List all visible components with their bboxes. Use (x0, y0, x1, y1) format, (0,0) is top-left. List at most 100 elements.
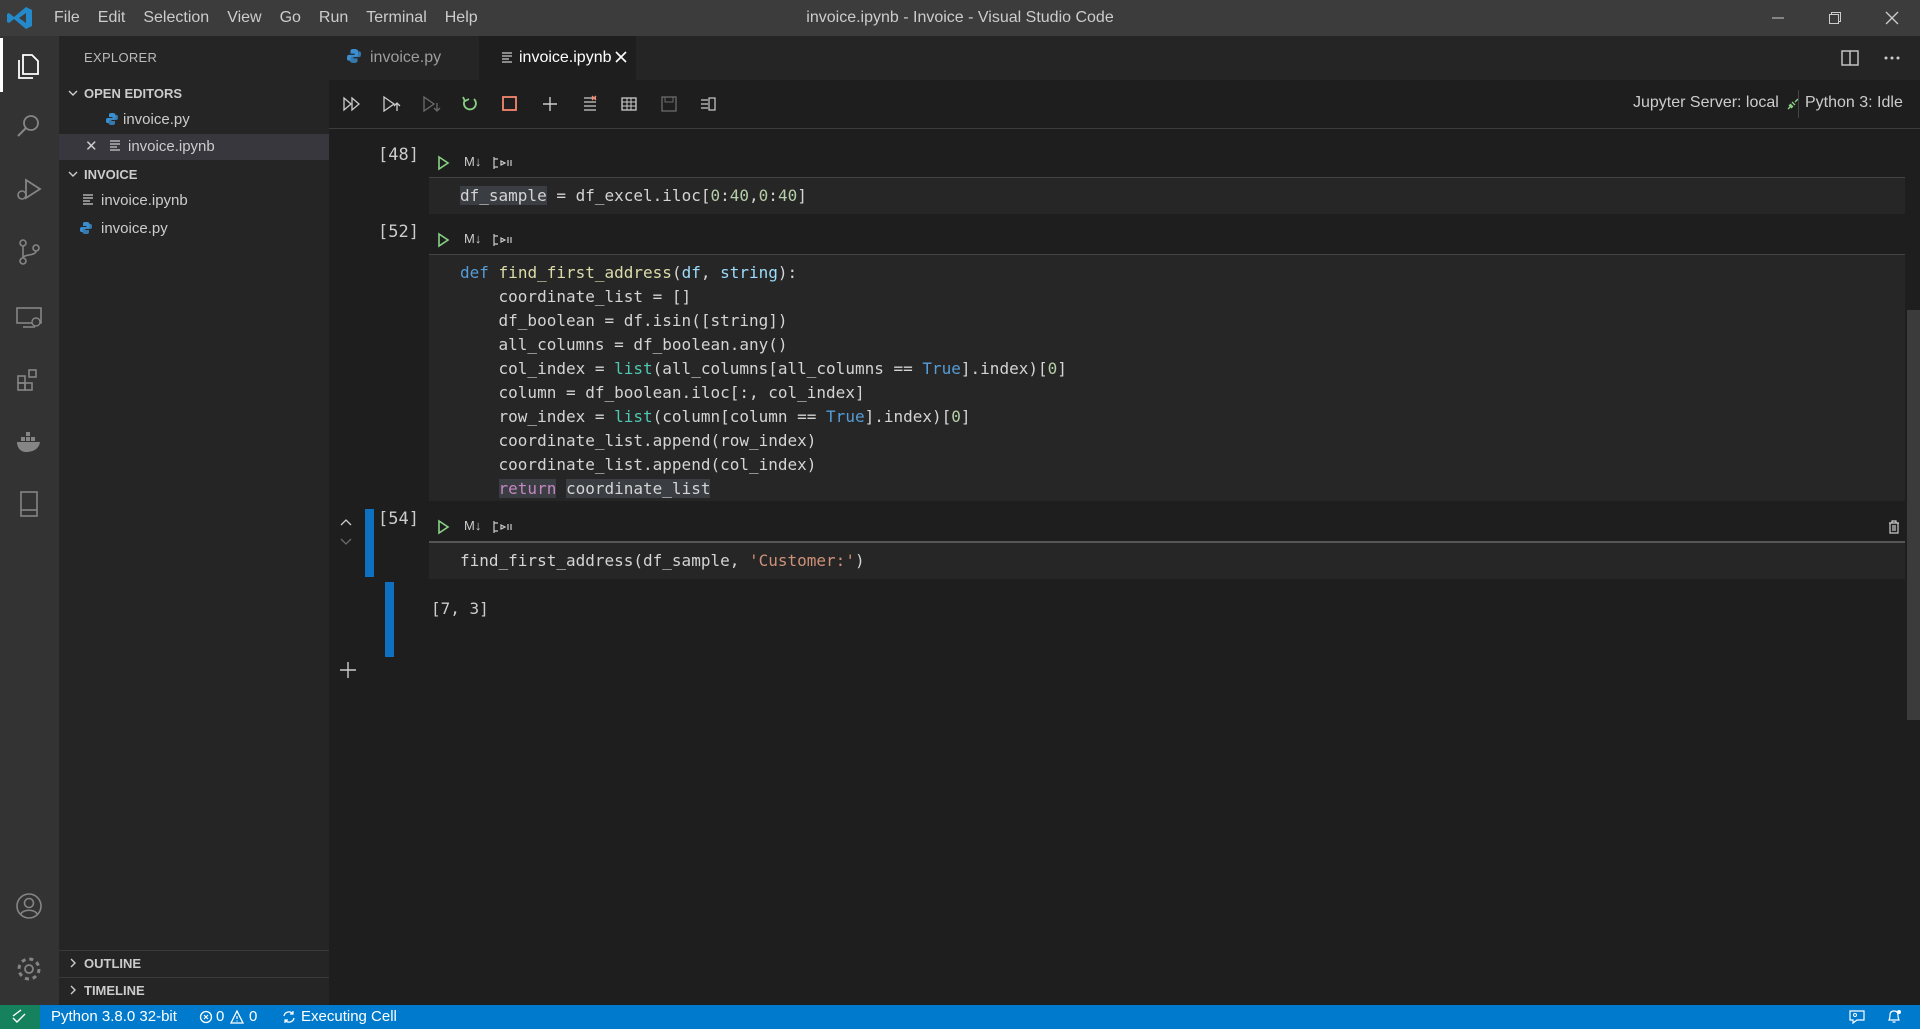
toolbar-divider (1798, 90, 1799, 118)
markdown-toggle[interactable]: M↓ (464, 154, 481, 169)
variables-table-icon (621, 97, 637, 111)
restart-kernel-button[interactable] (458, 93, 482, 115)
activity-accounts[interactable] (0, 878, 59, 932)
menu-file[interactable]: File (45, 0, 89, 36)
delete-cell-icon[interactable] (1886, 519, 1902, 535)
problems-indicator[interactable]: 0 0 (199, 1005, 264, 1029)
activity-explorer[interactable] (0, 38, 59, 92)
outline-label: OUTLINE (84, 956, 142, 971)
close-window-button[interactable] (1869, 0, 1915, 36)
plus-icon (543, 97, 557, 111)
close-tab-icon[interactable] (614, 50, 628, 64)
menu-view[interactable]: View (218, 0, 270, 36)
run-cell-icon[interactable] (436, 519, 450, 535)
close-icon (1885, 11, 1899, 25)
sidebar-title: EXPLORER (84, 50, 158, 65)
menu-run[interactable]: Run (310, 0, 357, 36)
status-bar: Python 3.8.0 32-bit 0 0 Executing Cell (0, 1005, 1920, 1029)
activity-manage[interactable] (0, 941, 59, 995)
notebook-toolbar: Jupyter Server: local Python 3: Idle (329, 80, 1920, 129)
open-editor-label: invoice.ipynb (128, 138, 215, 155)
folder-section-header[interactable]: INVOICE (59, 162, 329, 188)
run-debug-icon (17, 178, 42, 200)
notebook-file-icon (110, 140, 120, 151)
docker-icon (17, 432, 40, 452)
markdown-toggle[interactable]: M↓ (464, 518, 481, 533)
python-file-icon (106, 113, 118, 125)
cell-toolbar: M↓ (429, 149, 1920, 177)
remote-indicator[interactable] (0, 1005, 40, 1029)
explorer-sidebar: EXPLORER OPEN EDITORS invoice.py ✕ invoi… (59, 36, 329, 1005)
move-cell-down-icon[interactable] (339, 537, 353, 547)
menu-selection[interactable]: Selection (134, 0, 218, 36)
open-editor-item[interactable]: ✕ invoice.ipynb (59, 134, 329, 160)
activity-run-debug[interactable] (0, 161, 59, 215)
feedback-icon[interactable] (1848, 1009, 1866, 1025)
activity-extensions[interactable] (0, 352, 59, 406)
chevron-right-icon (70, 958, 76, 968)
activity-notebook[interactable] (0, 476, 59, 530)
run-all-button[interactable] (340, 93, 364, 115)
run-all-icon (343, 96, 360, 112)
menu-edit[interactable]: Edit (89, 0, 135, 36)
activity-status: Executing Cell (301, 1008, 397, 1025)
title-bar: File Edit Selection View Go Run Terminal… (0, 0, 1920, 36)
activity-remote-explorer[interactable] (0, 289, 59, 343)
add-cell-icon[interactable] (338, 660, 358, 680)
menu-terminal[interactable]: Terminal (357, 0, 435, 36)
run-by-line-icon[interactable] (492, 232, 514, 248)
warning-icon (230, 1010, 244, 1024)
activity-search[interactable] (0, 98, 59, 152)
kernel-status[interactable]: Python 3: Idle (1805, 94, 1903, 112)
tab-invoice-py[interactable]: invoice.py (329, 36, 479, 80)
close-editor-icon[interactable]: ✕ (85, 137, 98, 155)
run-below-icon (423, 95, 441, 113)
run-cell-icon[interactable] (436, 155, 450, 171)
timeline-label: TIMELINE (84, 983, 145, 998)
minimize-button[interactable] (1755, 0, 1801, 36)
run-above-icon (383, 95, 401, 113)
add-cell-button[interactable] (538, 93, 562, 115)
tab-invoice-ipynb[interactable]: invoice.ipynb (479, 36, 636, 80)
timeline-section-header[interactable]: TIMELINE (59, 977, 329, 1004)
split-editor-icon[interactable] (1840, 48, 1860, 68)
export-button[interactable] (696, 93, 720, 115)
execution-count: [52] (378, 222, 419, 242)
menu-help[interactable]: Help (436, 0, 487, 36)
open-editors-section-header[interactable]: OPEN EDITORS (59, 81, 329, 107)
gear-icon (17, 957, 41, 981)
variables-button[interactable] (617, 93, 641, 115)
save-button[interactable] (657, 93, 681, 115)
python-interpreter[interactable]: Python 3.8.0 32-bit (51, 1008, 177, 1025)
file-item[interactable]: invoice.ipynb (59, 188, 329, 214)
notebook-icon (20, 491, 38, 517)
cell-editor[interactable]: def find_first_address(df, string): coor… (429, 254, 1905, 501)
interrupt-kernel-button[interactable] (498, 93, 522, 115)
more-actions-icon[interactable] (1882, 48, 1902, 68)
open-editor-item[interactable]: invoice.py (59, 107, 329, 133)
notifications-bell-icon[interactable] (1886, 1009, 1902, 1025)
run-by-line-icon[interactable] (492, 519, 514, 535)
jupyter-server-status[interactable]: Jupyter Server: local (1633, 94, 1779, 112)
minimize-icon (1772, 17, 1784, 19)
editor-scrollbar[interactable] (1907, 310, 1920, 720)
activity-docker[interactable] (0, 414, 59, 468)
menu-go[interactable]: Go (271, 0, 310, 36)
restore-button[interactable] (1812, 0, 1858, 36)
activity-source-control[interactable] (0, 224, 59, 278)
cell-editor[interactable]: df_sample = df_excel.iloc[0:40,0:40] (429, 177, 1905, 214)
file-item[interactable]: invoice.py (59, 216, 329, 242)
run-by-line-icon[interactable] (492, 155, 514, 171)
vscode-logo-icon (7, 7, 32, 29)
cell-editor[interactable]: find_first_address(df_sample, 'Customer:… (429, 541, 1905, 579)
cell-toolbar: M↓ (429, 226, 1920, 254)
outline-section-header[interactable]: OUTLINE (59, 950, 329, 977)
restore-icon (1829, 12, 1841, 24)
run-above-button[interactable] (379, 93, 403, 115)
cell-toolbar: M↓ (429, 513, 1920, 541)
clear-outputs-button[interactable] (578, 93, 602, 115)
run-cell-icon[interactable] (436, 232, 450, 248)
run-below-button[interactable] (419, 93, 443, 115)
markdown-toggle[interactable]: M↓ (464, 231, 481, 246)
warning-count: 0 (249, 1008, 258, 1025)
